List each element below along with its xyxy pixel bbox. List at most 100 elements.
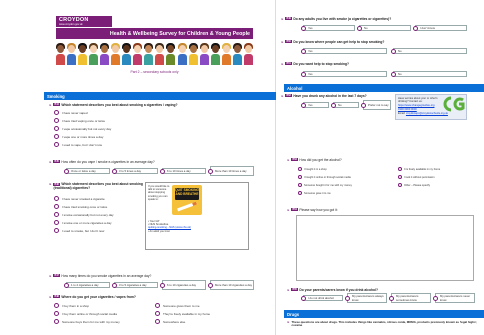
cigarettes-option[interactable]: 1 to 2 cigarettes a day	[64, 282, 110, 288]
radio-button[interactable]	[54, 212, 59, 217]
option-item[interactable]: Someone buys them for me with my money	[54, 319, 120, 324]
radio-button[interactable]	[54, 303, 59, 308]
quit-smoking-image: QUIT SMOKING AND BREATHE	[172, 185, 202, 215]
radio-button[interactable]	[298, 167, 302, 171]
child-body	[221, 54, 231, 65]
option-item[interactable]: I used to smoke, but I don't now	[54, 228, 104, 233]
radio-button[interactable]	[54, 319, 59, 324]
radio-button[interactable]	[357, 25, 362, 31]
option-item[interactable]: I took it without permission	[398, 175, 435, 179]
answer-option[interactable]: Yes	[301, 102, 329, 108]
radio-button[interactable]	[54, 311, 59, 316]
cigarettes-option[interactable]: 6 to 10 cigarettes a day	[160, 280, 206, 290]
answer-option[interactable]: I don't know	[413, 25, 467, 31]
radio-button[interactable]	[301, 102, 306, 108]
option-item[interactable]: I buy them online or through social medi…	[54, 311, 117, 316]
radio-button[interactable]	[54, 142, 59, 147]
option-item[interactable]: I bought it online or through social med…	[298, 175, 351, 179]
radio-button[interactable]	[389, 295, 394, 301]
option-item[interactable]: They're freely available in my home	[155, 311, 210, 316]
radio-button[interactable]	[298, 175, 302, 179]
radio-button[interactable]	[155, 311, 160, 316]
help-intro: If you would like to talk to someone abo…	[148, 185, 170, 201]
option-item[interactable]: Someone bought it for me with my money	[298, 183, 352, 187]
frequency-option[interactable]: 3 to 5 times a day	[112, 168, 158, 174]
how-got-it-textarea[interactable]	[296, 215, 474, 281]
option-item[interactable]: I have tried smoking once or twice	[54, 204, 107, 209]
option-item[interactable]: I buy them in a shop	[54, 303, 89, 308]
radio-button[interactable]	[54, 204, 59, 209]
option-item[interactable]: Somewhere else	[155, 319, 185, 324]
radio-button[interactable]	[64, 282, 69, 288]
option-item[interactable]: I vape occasionally but not every day	[54, 126, 111, 131]
answer-option[interactable]: Yes	[301, 25, 355, 31]
option-item[interactable]: Other – Please specify	[398, 183, 430, 187]
option-item[interactable]: I bought it in a shop	[298, 167, 327, 171]
option-item[interactable]: Someone gave it to me	[298, 191, 331, 195]
radio-button[interactable]	[301, 25, 306, 31]
email-line[interactable]: Email: croydonapc@croydonschools.org.uk	[398, 112, 464, 115]
answer-option[interactable]: No	[391, 71, 467, 77]
radio-button[interactable]	[155, 319, 160, 324]
option-item[interactable]: Someone gives them to me	[155, 303, 200, 308]
answer-option[interactable]: No	[331, 102, 359, 108]
radio-button[interactable]	[54, 118, 59, 123]
radio-button[interactable]	[160, 282, 165, 288]
answer-option[interactable]: My parents/carers sometimes know	[389, 293, 431, 303]
answer-option[interactable]: My parents/carers never know	[433, 293, 475, 303]
radio-button[interactable]	[398, 167, 402, 171]
quit-sign-text: QUIT SMOKING AND BREATHE	[175, 188, 199, 196]
radio-button[interactable]	[160, 168, 165, 174]
cigarettes-option[interactable]: 3 to 5 cigarettes a day	[112, 282, 158, 288]
radio-button[interactable]	[301, 71, 306, 77]
radio-button[interactable]	[433, 295, 438, 301]
section-drugs-title: Drugs	[287, 311, 300, 317]
frequency-option[interactable]: Once or twice a day	[64, 168, 110, 174]
answer-option[interactable]: Prefer not to say	[361, 100, 391, 110]
radio-button[interactable]	[112, 282, 117, 288]
option-item[interactable]: I have tried vaping once or twice	[54, 118, 105, 123]
radio-button[interactable]	[298, 191, 302, 195]
radio-button[interactable]	[301, 48, 306, 54]
radio-button[interactable]	[54, 126, 59, 131]
radio-button[interactable]	[361, 102, 366, 108]
frequency-option[interactable]: 6 to 10 times a day	[160, 168, 206, 174]
radio-button[interactable]	[301, 295, 306, 301]
radio-button[interactable]	[54, 196, 59, 201]
radio-button[interactable]	[54, 228, 59, 233]
radio-button[interactable]	[208, 168, 213, 174]
option-item[interactable]: I smoke one or more cigarettes a day	[54, 220, 112, 225]
radio-button[interactable]	[298, 183, 302, 187]
question-tag: B45	[53, 160, 60, 164]
answer-option[interactable]: Yes	[301, 71, 387, 77]
option-item[interactable]: I smoke occasionally but not every day	[54, 212, 114, 217]
child-figure	[199, 43, 209, 65]
option-item[interactable]: I have never smoked a cigarette	[54, 196, 105, 201]
radio-button[interactable]	[391, 71, 396, 77]
option-item[interactable]: I used to vape, but I don't now	[54, 142, 102, 147]
radio-button[interactable]	[155, 303, 160, 308]
answer-option[interactable]: Yes	[301, 48, 387, 54]
radio-button[interactable]	[413, 25, 418, 31]
option-item[interactable]: I vape one or more times a day	[54, 134, 103, 139]
option-item[interactable]: It is freely available in my home	[398, 167, 440, 171]
cigarettes-option[interactable]: More than 10 cigarettes a day	[208, 280, 254, 290]
radio-button[interactable]	[208, 282, 213, 288]
radio-button[interactable]	[398, 183, 402, 187]
radio-button[interactable]	[54, 110, 59, 115]
radio-button[interactable]	[398, 175, 402, 179]
radio-button[interactable]	[54, 220, 59, 225]
radio-button[interactable]	[391, 48, 396, 54]
radio-button[interactable]	[54, 134, 59, 139]
answer-option[interactable]: I do not drink alcohol	[301, 295, 343, 301]
radio-button[interactable]	[345, 295, 350, 301]
radio-button[interactable]	[331, 102, 336, 108]
answer-option[interactable]: No	[357, 25, 411, 31]
frequency-option[interactable]: More than 10 times a day	[208, 166, 254, 176]
option-item[interactable]: I have never vaped	[54, 110, 88, 115]
child-figure	[111, 43, 121, 65]
radio-button[interactable]	[64, 168, 69, 174]
answer-option[interactable]: No	[391, 48, 467, 54]
radio-button[interactable]	[112, 168, 117, 174]
answer-option[interactable]: My parents/carers always know	[345, 293, 387, 303]
